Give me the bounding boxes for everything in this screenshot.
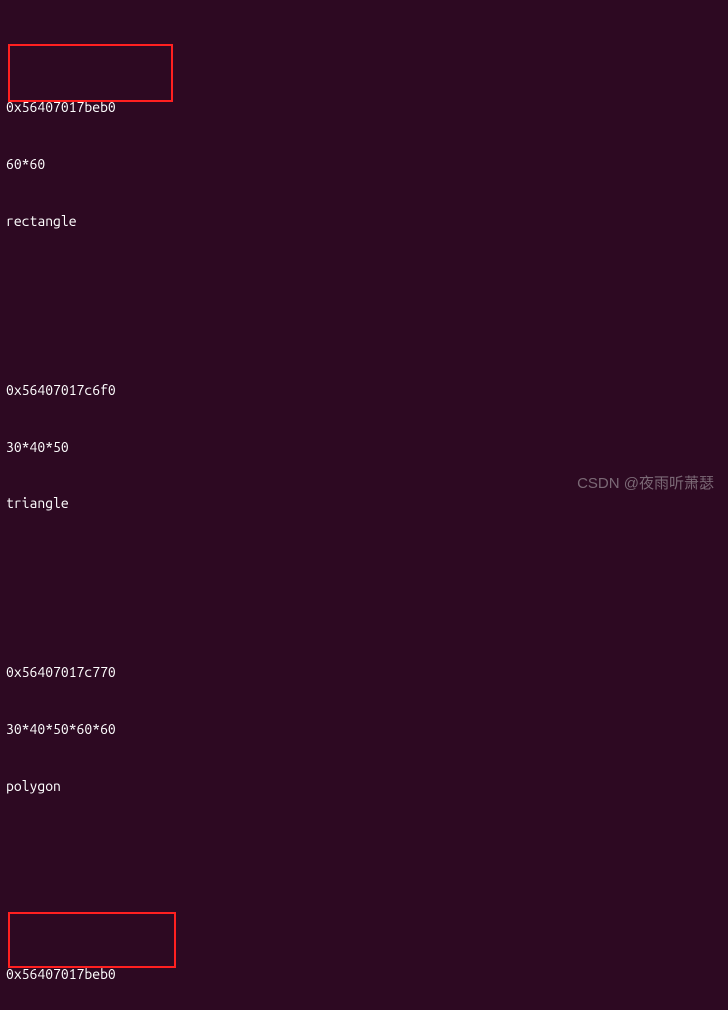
dimensions: 30*40*50*60*60 bbox=[6, 720, 722, 739]
output-block: 0x56407017beb0 60*60 rectangle bbox=[6, 908, 722, 1010]
shape-name: rectangle bbox=[6, 212, 722, 231]
shape-name: polygon bbox=[6, 777, 722, 796]
highlight-rectangle-annotation bbox=[8, 912, 176, 968]
terminal-output: 0x56407017beb0 60*60 rectangle 0x5640701… bbox=[0, 0, 728, 1010]
memory-address: 0x56407017beb0 bbox=[6, 98, 722, 117]
shape-name: triangle bbox=[6, 494, 722, 513]
output-block: 0x56407017c6f0 30*40*50 triangle bbox=[6, 343, 722, 551]
dimensions: 30*40*50 bbox=[6, 438, 722, 457]
highlight-rectangle-annotation bbox=[8, 44, 173, 102]
dimensions: 60*60 bbox=[6, 155, 722, 174]
output-block: 0x56407017c770 30*40*50*60*60 polygon bbox=[6, 626, 722, 834]
memory-address: 0x56407017c770 bbox=[6, 663, 722, 682]
output-block: 0x56407017beb0 60*60 rectangle bbox=[6, 42, 722, 269]
memory-address: 0x56407017beb0 bbox=[6, 965, 722, 984]
memory-address: 0x56407017c6f0 bbox=[6, 381, 722, 400]
